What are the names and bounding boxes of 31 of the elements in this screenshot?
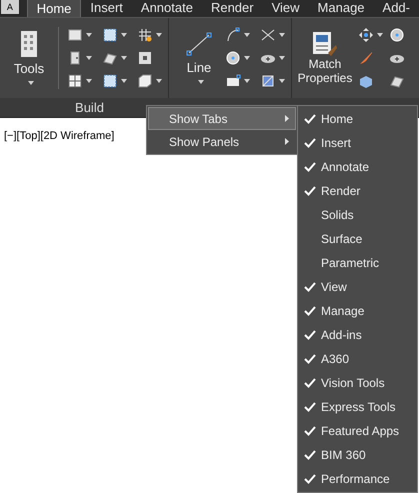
menu-item[interactable]: Show Tabs: [148, 107, 296, 130]
app-button[interactable]: A: [0, 0, 20, 15]
menu-item[interactable]: Insert: [298, 131, 417, 155]
menu-item[interactable]: Render: [298, 179, 417, 203]
menu-item[interactable]: Show Panels: [148, 130, 296, 153]
menu-item[interactable]: View: [298, 275, 417, 299]
menu-item[interactable]: Surface: [298, 227, 417, 251]
ribbon-tab[interactable]: Render: [202, 0, 263, 17]
ribbon-tab[interactable]: View: [262, 0, 309, 17]
menu-item[interactable]: Solids: [298, 203, 417, 227]
menu-item[interactable]: Home: [298, 107, 417, 131]
menu-item[interactable]: Add-ins: [298, 323, 417, 347]
menu-item[interactable]: Manage: [298, 299, 417, 323]
menu-item[interactable]: A360: [298, 347, 417, 371]
menu-item[interactable]: Featured Apps: [298, 419, 417, 443]
menu-item[interactable]: Parametric: [298, 251, 417, 275]
menu-item[interactable]: BIM 360: [298, 443, 417, 467]
menu-item[interactable]: Vision Tools: [298, 371, 417, 395]
tools-button[interactable]: Tools: [0, 23, 58, 93]
ribbon-tab[interactable]: Insert: [81, 0, 132, 17]
menu-item[interactable]: Annotate: [298, 155, 417, 179]
viewport-label: [−][Top][2D Wireframe]: [4, 130, 114, 142]
menu-item[interactable]: Performance: [298, 467, 417, 491]
line-button[interactable]: Line: [175, 23, 223, 93]
ribbon-tab[interactable]: Home: [26, 0, 82, 17]
panel-title: Build: [74, 99, 105, 117]
ribbon-tab[interactable]: Add-: [374, 0, 419, 17]
menu-item[interactable]: Express Tools: [298, 395, 417, 419]
ribbon-tab[interactable]: Manage: [308, 0, 374, 17]
match-properties-button[interactable]: Match Properties: [296, 23, 354, 93]
ribbon-tab[interactable]: Annotate: [132, 0, 202, 17]
